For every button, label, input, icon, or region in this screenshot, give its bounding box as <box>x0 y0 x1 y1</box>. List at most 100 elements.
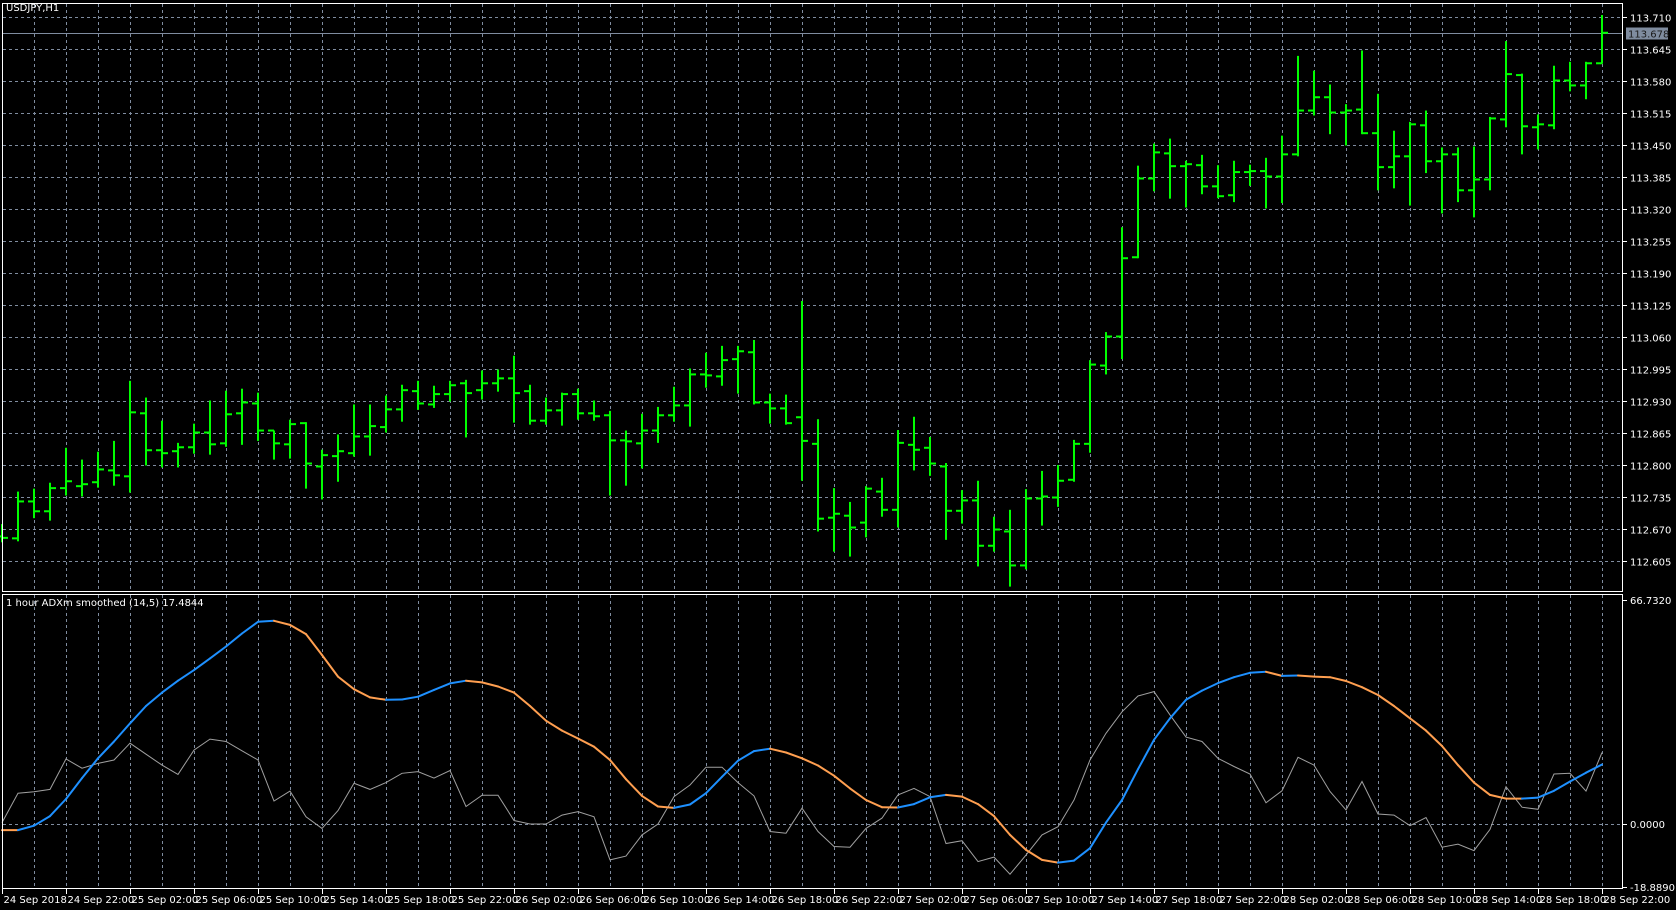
indicator-grid <box>3 595 1622 888</box>
indicator-pane-frame[interactable] <box>2 594 1623 889</box>
adx-smoothed-segment <box>1393 705 1411 720</box>
ohlc-bar <box>332 434 344 482</box>
adx-smoothed-segment <box>545 719 563 732</box>
adx-smoothed-segment <box>993 815 1011 836</box>
ohlc-bar <box>668 386 680 422</box>
time-tick-label: 28 Sep 02:00 <box>1284 895 1351 906</box>
price-tick-label: 112.670 <box>1630 526 1671 537</box>
adx-smoothed-segment <box>657 805 675 809</box>
price-tick-label: 112.995 <box>1630 366 1671 377</box>
ohlc-bar <box>972 480 984 567</box>
ohlc-bar <box>236 388 248 445</box>
adx-smoothed-segment <box>673 803 691 809</box>
ohlc-bar <box>1196 154 1208 195</box>
indicator-tick-label: 0.0000 <box>1630 820 1665 831</box>
ohlc-bar <box>348 404 360 457</box>
adx-smoothed-segment <box>257 619 275 623</box>
price-tick-label: 113.710 <box>1630 14 1671 25</box>
adx-smoothed-segment <box>849 787 867 801</box>
adx-smoothed-segment <box>1297 674 1315 678</box>
ohlc-bar <box>700 352 712 388</box>
time-tick-label: 28 Sep 14:00 <box>1476 895 1543 906</box>
ohlc-bar <box>268 429 280 460</box>
ohlc-bar <box>1484 116 1496 191</box>
ohlc-bar <box>556 392 568 426</box>
adx-smoothed-segment <box>1217 676 1235 685</box>
ohlc-bar <box>1372 93 1384 191</box>
ohlc-bar <box>188 423 200 454</box>
adx-smoothed-segment <box>449 679 467 685</box>
adx-smoothed-segment <box>161 679 179 694</box>
ohlc-bar <box>1212 165 1224 199</box>
ohlc-bar <box>1132 165 1144 259</box>
adx-smoothed-segment <box>177 669 195 682</box>
ohlc-bar <box>604 410 616 496</box>
ohlc-bar <box>1596 15 1608 65</box>
time-axis[interactable]: 24 Sep 2018 24 Sep 22:0025 Sep 02:0025 Se… <box>2 889 1671 906</box>
ohlc-bar <box>1420 110 1432 174</box>
adx-smoothed-segment <box>977 803 995 818</box>
ohlc-bar <box>1116 227 1128 360</box>
ohlc-bar <box>316 449 328 500</box>
ohlc-bar <box>1340 104 1352 146</box>
ohlc-bar <box>28 488 40 519</box>
ohlc-bar <box>444 380 456 402</box>
ohlc-bar <box>0 524 8 543</box>
adx-smoothed-segment <box>913 796 931 806</box>
time-tick-label: 27 Sep 22:00 <box>1220 895 1287 906</box>
adx-smoothed-segment <box>1041 858 1059 864</box>
ohlc-bar <box>284 419 296 459</box>
chart-title: USDJPY,H1 <box>6 3 60 14</box>
price-axis[interactable]: 113.710 113.645 113.580 113.515 113.450 113.3… <box>1623 14 1671 569</box>
ohlc-bar <box>1260 157 1272 209</box>
ohlc-bar <box>60 447 72 496</box>
ohlc-bar <box>220 390 232 447</box>
adx-smoothed-segment <box>1009 833 1027 851</box>
main-pane-frame[interactable] <box>2 3 1623 592</box>
adx-smoothed-segment <box>801 757 819 767</box>
bid-label-text: 113.678 <box>1628 30 1669 41</box>
ohlc-bar <box>716 345 728 386</box>
adx-smoothed-segment <box>97 740 115 760</box>
ohlc-bar <box>1468 146 1480 218</box>
adx-smoothed-segment <box>753 747 771 753</box>
ohlc-bar <box>588 400 600 421</box>
time-tick-label: 26 Sep 02:00 <box>516 895 583 906</box>
adx-smoothed-segment <box>513 691 531 707</box>
ohlc-bar <box>684 368 696 427</box>
ohlc-bar <box>940 463 952 540</box>
ohlc-bar <box>620 430 632 486</box>
ohlc-bar <box>1580 61 1592 100</box>
ohlc-bar <box>524 384 536 425</box>
time-tick-label: 27 Sep 18:00 <box>1156 895 1223 906</box>
adx-smoothed-segment <box>897 803 915 809</box>
adx-smoothed-segment <box>321 654 339 678</box>
price-grid <box>3 4 1622 591</box>
time-tick-label: 26 Sep 22:00 <box>836 895 903 906</box>
adx-smoothed-segment <box>1057 859 1075 864</box>
adx-smoothed-segment <box>1361 686 1379 696</box>
adx-smoothed-segment <box>945 793 963 798</box>
indicator-title: 1 hour ADXm smoothed (14,5) 17.4844 <box>6 598 204 609</box>
ohlc-bar <box>1100 332 1112 375</box>
adx-smoothed-segment <box>961 795 979 806</box>
ohlc-bar <box>1548 65 1560 130</box>
adx-smoothed-segment <box>705 775 723 795</box>
adx-smoothed-segment <box>1153 717 1171 741</box>
time-tick-label: 27 Sep 14:00 <box>1092 895 1159 906</box>
time-tick-label: 28 Sep 18:00 <box>1540 895 1607 906</box>
adx-smoothed-segment <box>609 759 627 781</box>
ohlc-bar <box>892 430 904 528</box>
time-tick-label: 28 Sep 22:00 <box>1604 895 1671 906</box>
chart-window[interactable]: 113.710 113.645 113.580 113.515 113.450 113.3… <box>0 0 1676 910</box>
adx-smoothed-segment <box>1425 729 1443 747</box>
adx-smoothed-segment <box>1409 717 1427 732</box>
price-tick-label: 112.865 <box>1630 430 1671 441</box>
adx-smoothed-segment <box>401 695 419 701</box>
ohlc-bar <box>1084 360 1096 453</box>
adx-smoothed-segment <box>577 737 595 748</box>
ohlc-bar <box>1452 147 1464 203</box>
adx-smoothed-segment <box>225 632 243 648</box>
time-tick-label: 25 Sep 22:00 <box>452 895 519 906</box>
ohlc-bar <box>1244 164 1256 186</box>
